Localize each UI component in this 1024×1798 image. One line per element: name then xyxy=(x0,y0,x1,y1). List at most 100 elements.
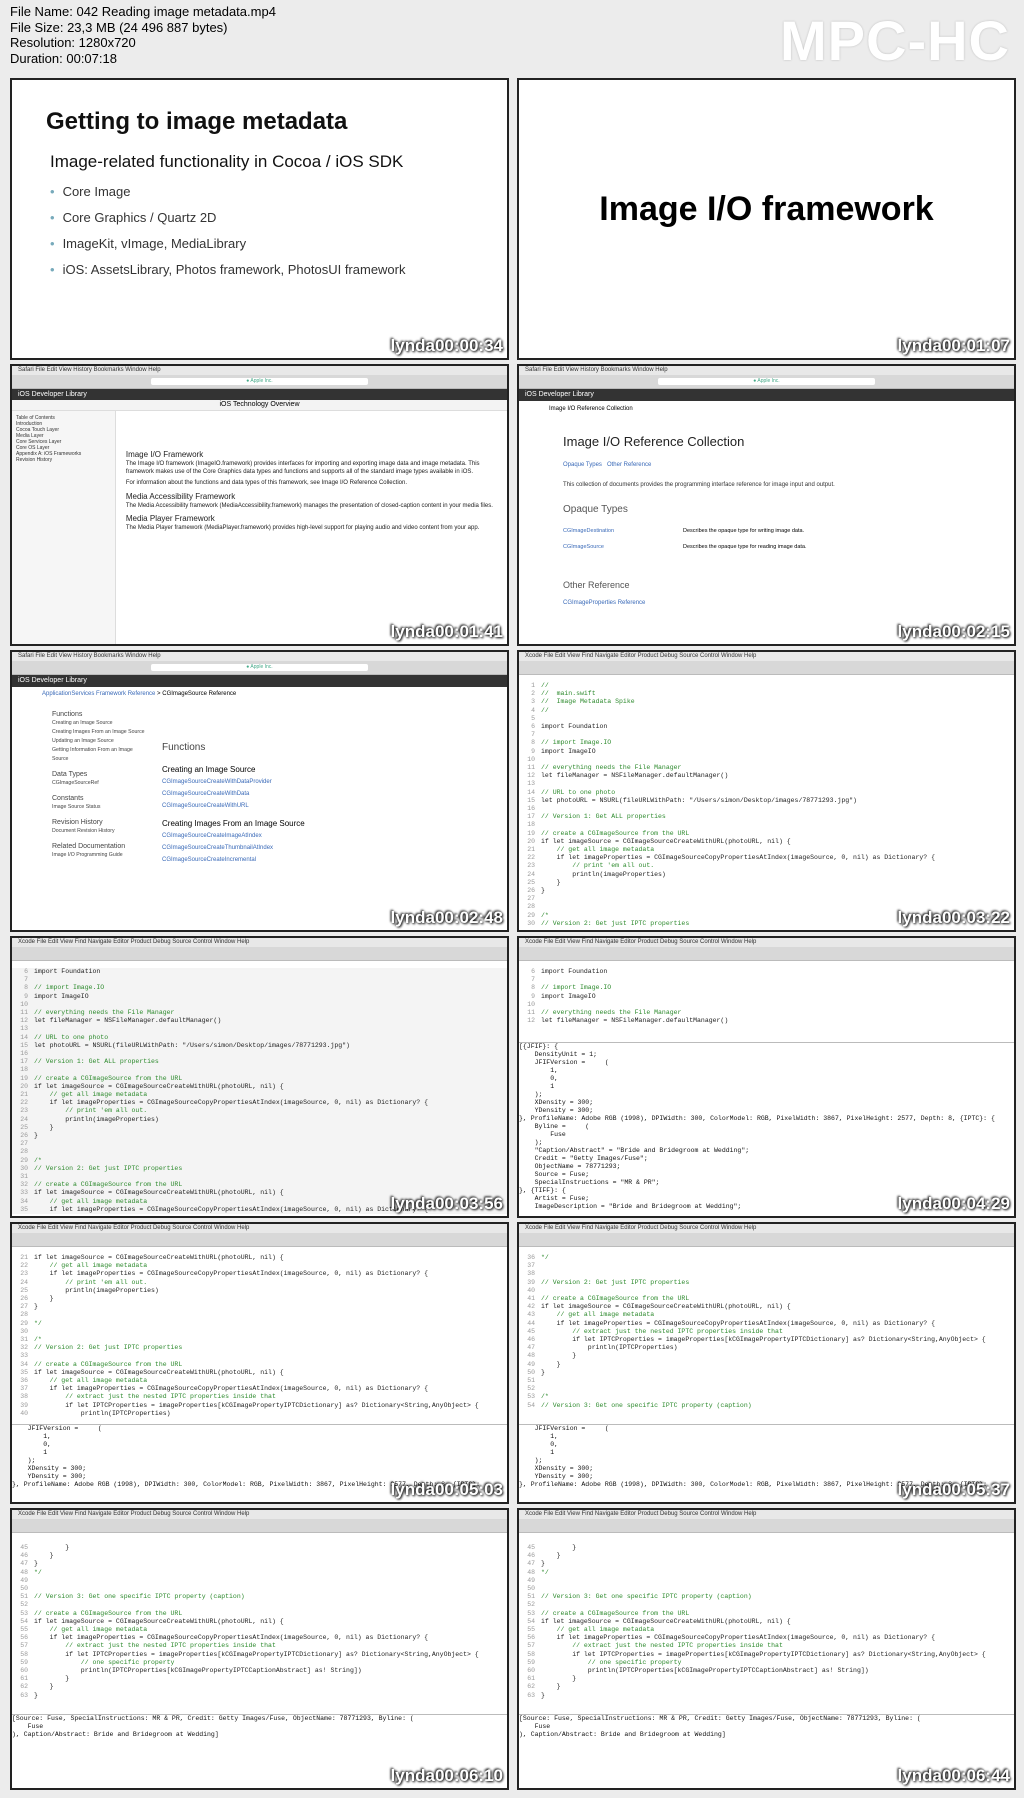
thumbnail-12[interactable]: Xcode File Edit View Find Navigate Edito… xyxy=(517,1508,1016,1790)
code-line: 21 if let imageSource = CGImageSourceCrea… xyxy=(12,1254,507,1262)
anchor-link[interactable]: Opaque Types xyxy=(563,462,602,468)
thumbnail-1[interactable]: Getting to image metadata Image-related … xyxy=(10,78,509,360)
code-text: // Version 1: Get ALL properties xyxy=(541,813,666,821)
code-line: 60 println(IPTCProperties[kCGImageProper… xyxy=(519,1667,1014,1675)
code-line: 49 xyxy=(519,1577,1014,1585)
code-line: 62 } xyxy=(12,1683,507,1691)
code-line: 32 // create a CGImageSource from the URL xyxy=(12,1181,507,1189)
line-number: 29 xyxy=(527,911,535,919)
code-line: 7 xyxy=(12,976,507,984)
line-number: 42 xyxy=(527,1303,535,1311)
timestamp: lynda00:03:22 xyxy=(897,908,1010,927)
code-editor[interactable]: 1 // 2 // main.swift 3 // Image Metadata Spik… xyxy=(519,682,1014,928)
thumbnail-4[interactable]: Safari File Edit View History Bookmarks … xyxy=(517,364,1016,646)
code-line: 20 if let imageSource = CGImageSourceCrea… xyxy=(519,838,1014,846)
code-text: } xyxy=(541,1675,577,1683)
thumbnail-7[interactable]: Xcode File Edit View Find Navigate Edito… xyxy=(10,936,509,1218)
code-line: 27 xyxy=(519,895,1014,903)
code-editor[interactable]: 6 import Foundation 7 8// import Image.IO 9 i… xyxy=(519,968,1014,1025)
side-link[interactable]: Document Revision History xyxy=(52,827,147,836)
line-number: 46 xyxy=(20,1552,28,1560)
side-link[interactable]: Creating Images From an Image Source xyxy=(52,728,147,737)
side-link[interactable]: Image Source Status xyxy=(52,803,147,812)
code-editor[interactable]: 45 } 46 } 47} 48 */49 50 51// Version 3: Get o… xyxy=(519,1544,1014,1700)
code-text: // get all image metadata xyxy=(541,1311,655,1319)
line-number: 26 xyxy=(527,887,535,895)
menu-bar: Xcode File Edit View Find Navigate Edito… xyxy=(519,652,1014,661)
breadcrumb-link[interactable]: ApplicationServices Framework Reference xyxy=(42,691,155,697)
thumbnail-8[interactable]: Xcode File Edit View Find Navigate Edito… xyxy=(517,936,1016,1218)
function-link[interactable]: CGImageSourceCreateWithURL xyxy=(162,800,305,812)
console-line: Byline = ( xyxy=(519,1123,590,1130)
function-link[interactable]: CGImageSourceCreateThumbnailAtIndex xyxy=(162,842,305,854)
line-number: 24 xyxy=(527,870,535,878)
line-number: 13 xyxy=(20,1025,28,1033)
type-link[interactable]: CGImageDestination xyxy=(563,528,683,534)
function-link[interactable]: CGImageSourceCreateImageAtIndex xyxy=(162,830,305,842)
code-line: 17 // Version 1: Get ALL properties xyxy=(12,1058,507,1066)
line-number: 32 xyxy=(20,1181,28,1189)
thumbnail-9[interactable]: Xcode File Edit View Find Navigate Edito… xyxy=(10,1222,509,1504)
code-line: 18 xyxy=(519,821,1014,829)
thumbnail-2[interactable]: Image I/O framework lynda00:01:07 xyxy=(517,78,1016,360)
code-text: // extract just the nested IPTC properti… xyxy=(541,1327,783,1335)
code-line: 37 if let imageProperties = CGImageSourc… xyxy=(12,1385,507,1393)
reference-link[interactable]: CGImageProperties Reference xyxy=(563,600,645,606)
console-line: ), Caption/Abstract: Bride and Bridegroo… xyxy=(519,1731,726,1738)
thumbnail-6[interactable]: Xcode File Edit View Find Navigate Edito… xyxy=(517,650,1016,932)
line-number: 27 xyxy=(20,1140,28,1148)
toc-item[interactable]: Revision History xyxy=(16,457,111,463)
opaque-types-table: CGImageDestination Describes the opaque … xyxy=(563,528,1009,550)
function-link[interactable]: CGImageSourceCreateIncremental xyxy=(162,854,305,866)
code-text: } xyxy=(34,1123,54,1131)
code-text: /* xyxy=(34,1336,42,1344)
doc-content: Image I/O Framework The Image I/O framew… xyxy=(126,446,503,537)
side-link[interactable]: Updating an Image Source xyxy=(52,737,147,746)
thumbnail-10[interactable]: Xcode File Edit View Find Navigate Edito… xyxy=(517,1222,1016,1504)
code-text: if let imageSource = CGImageSourceCreate… xyxy=(34,1082,284,1090)
code-editor[interactable]: 21 if let imageSource = CGImageSourceCrea… xyxy=(12,1254,507,1418)
code-text: // create a CGImageSource from the URL xyxy=(34,1609,183,1617)
code-text: */ xyxy=(34,1319,42,1327)
code-line: 30 // Version 2: Get just IPTC properties xyxy=(12,1165,507,1173)
side-link[interactable]: Getting Information From an Image Source xyxy=(52,746,147,764)
line-number: 12 xyxy=(20,1017,28,1025)
toc-sidebar: Table of Contents Introduction Cocoa Tou… xyxy=(12,411,116,644)
section-text: The Media Player framework (MediaPlayer.… xyxy=(125,525,480,531)
slide-bullet: Core Graphics / Quartz 2D xyxy=(50,210,406,225)
slide-bullet: iOS: AssetsLibrary, Photos framework, Ph… xyxy=(50,262,406,277)
side-link[interactable]: Image I/O Programming Guide xyxy=(52,851,147,860)
code-text: if let imageSource = CGImageSourceCreate… xyxy=(34,1368,284,1376)
anchor-link[interactable]: Other Reference xyxy=(607,462,651,468)
address-bar[interactable]: ● Apple Inc. xyxy=(657,378,876,385)
line-number: 53 xyxy=(527,1609,535,1617)
thumbnail-3[interactable]: Safari File Edit View History Bookmarks … xyxy=(10,364,509,646)
debug-console[interactable]: [{JFIF}: { DensityUnit = 1; JFIFVersion … xyxy=(519,1042,1014,1216)
function-link[interactable]: CGImageSourceCreateWithData xyxy=(162,788,305,800)
code-line: 48 */ xyxy=(519,1569,1014,1577)
code-text: // everything needs the File Manager xyxy=(541,764,682,772)
console-line: 0, xyxy=(519,1441,559,1448)
code-text: // get all image metadata xyxy=(34,1262,148,1270)
line-number: 22 xyxy=(20,1262,28,1270)
code-text: // Version 3: Get one specific IPTC prop… xyxy=(34,1593,245,1601)
thumbnail-11[interactable]: Xcode File Edit View Find Navigate Edito… xyxy=(10,1508,509,1790)
address-bar[interactable]: ● Apple Inc. xyxy=(150,664,369,671)
code-text: // extract just the nested IPTC properti… xyxy=(34,1642,276,1650)
code-text: import ImageIO xyxy=(541,992,596,1000)
code-editor[interactable]: 45 } 46 } 47} 48 */49 50 51// Version 3: Get o… xyxy=(12,1544,507,1700)
thumbnail-5[interactable]: Safari File Edit View History Bookmarks … xyxy=(10,650,509,932)
section-heading: Image I/O Framework xyxy=(125,450,204,459)
function-link[interactable]: CGImageSourceCreateWithDataProvider xyxy=(162,776,305,788)
code-editor[interactable]: 36 */ 37 38 39 // Version 2: Get just IPTC pr… xyxy=(519,1254,1014,1410)
side-link[interactable]: Creating an Image Source xyxy=(52,719,147,728)
side-link[interactable]: CGImageSourceRef xyxy=(52,779,147,788)
console-line: }, ProfileName: Adobe RGB (1998), DPIWid… xyxy=(519,1115,995,1122)
code-editor[interactable]: 6 import Foundation 7 8// import Image.IO 9 i… xyxy=(12,968,507,1215)
line-number: 24 xyxy=(20,1115,28,1123)
line-number: 49 xyxy=(527,1360,535,1368)
address-bar[interactable]: ● Apple Inc. xyxy=(150,378,369,385)
type-link[interactable]: CGImageSource xyxy=(563,544,683,550)
code-line: 57 // extract just the nested IPTC prope… xyxy=(519,1642,1014,1650)
line-number: 44 xyxy=(527,1319,535,1327)
